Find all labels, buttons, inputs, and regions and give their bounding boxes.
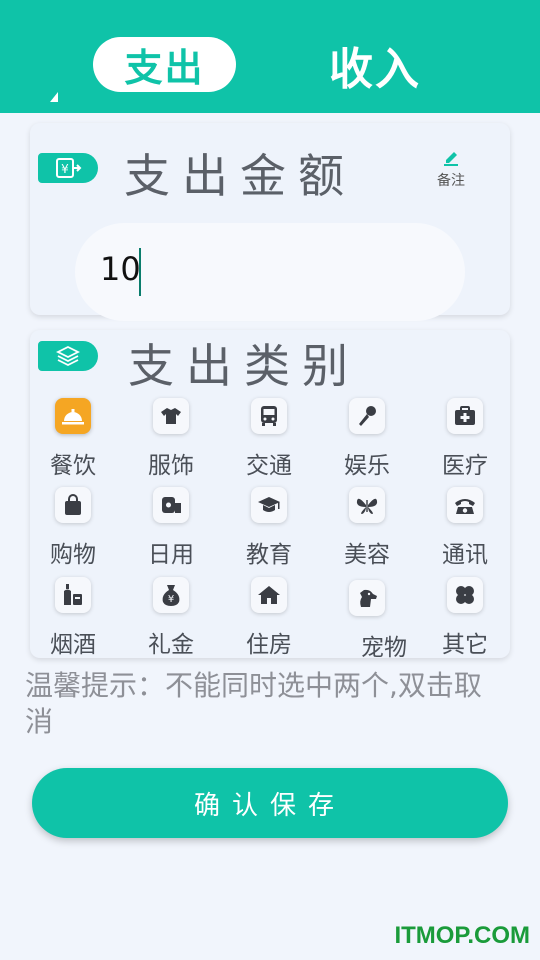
category-label: 通讯 (442, 542, 488, 568)
shirt-icon (153, 398, 189, 434)
tip-text: 温馨提示：不能同时选中两个,双击取消 (25, 669, 482, 738)
category-label: 美容 (344, 542, 390, 568)
pencil-icon (444, 152, 458, 166)
graduation-cap-icon (251, 487, 287, 523)
bus-icon (251, 398, 287, 434)
category-label: 医疗 (442, 453, 488, 479)
butterfly-icon (349, 487, 385, 523)
category-label: 购物 (50, 542, 96, 568)
tab-income[interactable]: 收入 (320, 37, 430, 95)
category-item-housing[interactable]: 住房 (229, 577, 309, 659)
category-item-beauty[interactable]: 美容 (327, 487, 407, 569)
corner-mark-icon (50, 92, 58, 102)
text-caret (139, 248, 141, 296)
medical-kit-icon (447, 398, 483, 434)
dog-icon (349, 580, 385, 616)
category-section-title: 支出类别 (128, 339, 360, 393)
category-label: 娱乐 (344, 453, 390, 479)
note-button[interactable]: 备注 (430, 148, 472, 190)
category-item-pet[interactable]: 宠物 (327, 580, 407, 662)
money-bag-icon: ¥ (153, 577, 189, 613)
telephone-icon (447, 487, 483, 523)
svg-text:¥: ¥ (61, 162, 69, 176)
svg-text:¥: ¥ (168, 594, 174, 605)
category-item-medical[interactable]: 医疗 (425, 398, 505, 480)
category-item-daily[interactable]: 日用 (131, 487, 211, 569)
category-item-dining[interactable]: 餐饮 (33, 398, 113, 480)
category-item-education[interactable]: 教育 (229, 487, 309, 569)
layers-icon (38, 341, 98, 371)
watermark: ITMOP.COM (394, 922, 530, 949)
category-label: 宠物 (361, 635, 407, 661)
category-label: 教育 (246, 542, 292, 568)
yuan-exchange-icon: ¥ (38, 153, 98, 183)
amount-section-title: 支出金额 (124, 149, 356, 203)
category-item-other[interactable]: 其它 (425, 577, 505, 659)
tissue-roll-icon (153, 487, 189, 523)
house-icon (251, 577, 287, 613)
tab-expense[interactable]: 支出 (93, 37, 236, 92)
note-label: 备注 (437, 173, 465, 189)
category-label: 交通 (246, 453, 292, 479)
category-label: 日用 (148, 542, 194, 568)
microphone-icon (349, 398, 385, 434)
category-item-tobacco-alcohol[interactable]: 烟酒 (33, 577, 113, 659)
save-button[interactable]: 确认保存 (32, 768, 508, 838)
category-item-entertainment[interactable]: 娱乐 (327, 398, 407, 480)
amount-value[interactable]: 10 (100, 250, 141, 288)
category-item-clothing[interactable]: 服饰 (131, 398, 211, 480)
category-item-telecom[interactable]: 通讯 (425, 487, 505, 569)
clover-icon (447, 577, 483, 613)
top-bar: 支出 收入 (0, 0, 540, 113)
category-label: 服饰 (148, 453, 194, 479)
category-label: 住房 (246, 632, 292, 658)
shopping-bag-icon (55, 487, 91, 523)
category-label: 餐饮 (50, 453, 96, 479)
category-item-transport[interactable]: 交通 (229, 398, 309, 480)
category-item-gift-money[interactable]: ¥ 礼金 (131, 577, 211, 659)
food-cloche-icon (55, 398, 91, 434)
category-label: 烟酒 (50, 632, 96, 658)
category-label: 礼金 (148, 632, 194, 658)
category-item-shopping[interactable]: 购物 (33, 487, 113, 569)
category-label: 其它 (442, 632, 488, 658)
bottle-icon (55, 577, 91, 613)
